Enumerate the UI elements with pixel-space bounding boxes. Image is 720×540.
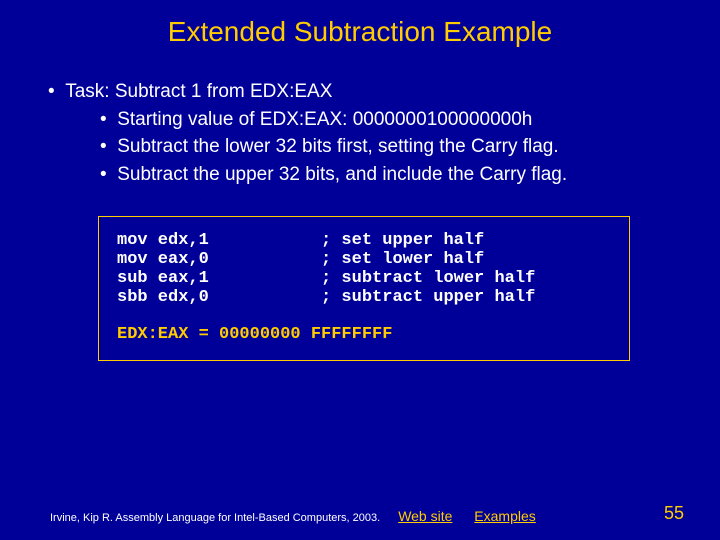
footer-credit: Irvine, Kip R. Assembly Language for Int… xyxy=(50,512,380,524)
footer-links: Web site Examples xyxy=(398,508,554,524)
sub-bullet-3: Subtract the upper 32 bits, and include … xyxy=(117,164,567,185)
code-line: sub eax,1 ; subtract lower half xyxy=(117,269,611,288)
page-number: 55 xyxy=(664,503,684,524)
slide-body: • Task: Subtract 1 from EDX:EAX • Starti… xyxy=(0,48,720,361)
slide-footer: Irvine, Kip R. Assembly Language for Int… xyxy=(0,503,720,524)
code-line: mov edx,1 ; set upper half xyxy=(117,231,611,250)
sub-bullet-2: Subtract the lower 32 bits first, settin… xyxy=(117,136,558,157)
bullet-level2: • Starting value of EDX:EAX: 00000001000… xyxy=(40,106,680,134)
code-example-box: mov edx,1 ; set upper half mov eax,0 ; s… xyxy=(98,216,630,361)
code-line: mov eax,0 ; set lower half xyxy=(117,250,611,269)
task-text: Task: Subtract 1 from EDX:EAX xyxy=(65,81,332,102)
bullet-level1: • Task: Subtract 1 from EDX:EAX xyxy=(40,78,680,106)
code-line: sbb edx,0 ; subtract upper half xyxy=(117,288,611,307)
code-result: EDX:EAX = 00000000 FFFFFFFF xyxy=(117,325,611,344)
bullet-level2: • Subtract the lower 32 bits first, sett… xyxy=(40,133,680,161)
slide-title: Extended Subtraction Example xyxy=(0,0,720,48)
examples-link[interactable]: Examples xyxy=(474,508,535,524)
bullet-level2: • Subtract the upper 32 bits, and includ… xyxy=(40,161,680,189)
sub-bullet-1: Starting value of EDX:EAX: 0000000100000… xyxy=(117,109,532,130)
bullet-list: • Task: Subtract 1 from EDX:EAX • Starti… xyxy=(40,78,680,188)
web-site-link[interactable]: Web site xyxy=(398,508,452,524)
